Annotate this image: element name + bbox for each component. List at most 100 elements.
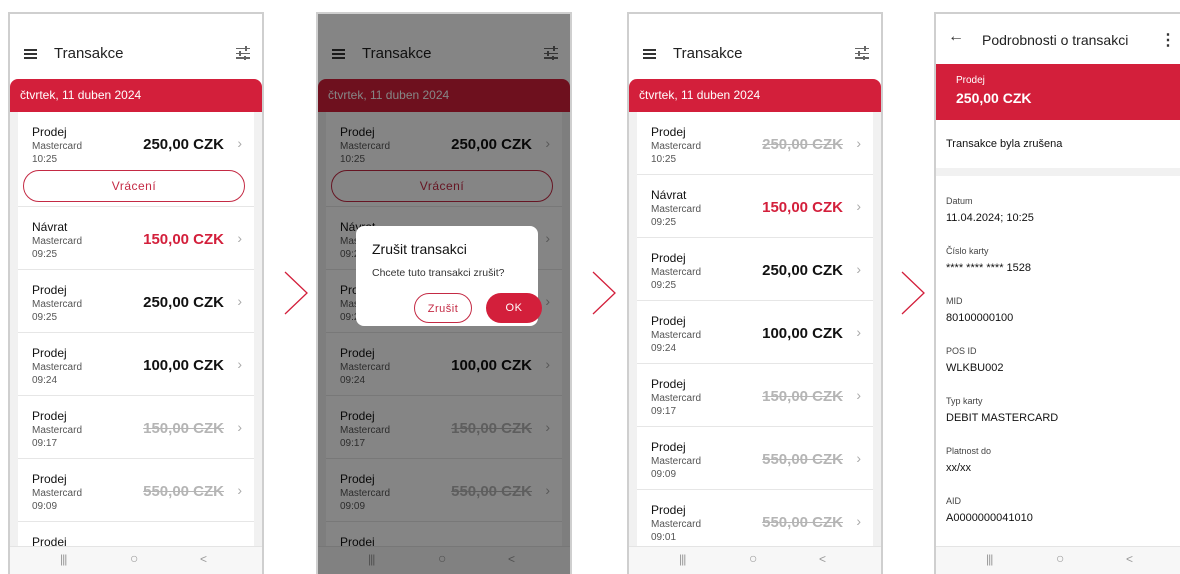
dialog-cancel-button[interactable]: Zrušit — [414, 293, 472, 323]
kebab-menu-icon[interactable]: ⋮ — [1160, 30, 1176, 50]
card-brand: Mastercard — [32, 425, 83, 436]
back-nav-icon[interactable]: < — [200, 552, 207, 566]
transaction-time: 09:01 — [651, 532, 677, 543]
chevron-right-icon[interactable]: › — [856, 387, 861, 403]
transaction-amount: 250,00 CZK — [762, 262, 843, 279]
back-nav-icon[interactable]: < — [1126, 552, 1133, 566]
transaction-row[interactable]: Návrat Mastercard 09:25 150,00 CZK › — [18, 207, 254, 270]
system-nav-bar: ||| ○ < — [10, 546, 262, 574]
transaction-row[interactable]: Prodej Mastercard 09:09 550,00 CZK › — [637, 427, 873, 490]
transaction-type: Prodej — [651, 503, 686, 517]
status-text: Transakce byla zrušena — [946, 138, 1063, 150]
app-bar: ← Podrobnosti o transakci ⋮ — [936, 14, 1180, 64]
dialog-message: Chcete tuto transakci zrušit? — [372, 267, 505, 279]
card-brand: Mastercard — [32, 362, 83, 373]
card-brand: Mastercard — [651, 204, 702, 215]
recent-apps-icon[interactable]: ||| — [986, 552, 993, 566]
transaction-time: 09:24 — [32, 375, 58, 386]
card-brand: Mastercard — [32, 141, 83, 152]
transaction-time: 10:25 — [651, 154, 677, 165]
transaction-row[interactable]: Prodej Mastercard 10:25 250,00 CZK › Vrácení — [18, 112, 254, 207]
system-nav-bar: ||| ○ < — [629, 546, 881, 574]
transaction-time: 09:24 — [651, 343, 677, 354]
field-label: AID — [946, 496, 962, 506]
transaction-row[interactable]: Prodej Mastercard 09:17 150,00 CZK › — [637, 364, 873, 427]
transaction-type: Prodej — [956, 75, 985, 86]
chevron-right-icon[interactable]: › — [856, 198, 861, 214]
hamburger-icon[interactable] — [643, 49, 656, 59]
chevron-right-icon[interactable]: › — [856, 513, 861, 529]
transaction-row[interactable]: Prodej Mastercard 09:01 550,00 CZK › — [637, 490, 873, 553]
chevron-right-icon[interactable]: › — [237, 482, 242, 498]
transaction-amount: 250,00 CZK — [956, 90, 1032, 106]
chevron-right-icon[interactable]: › — [237, 293, 242, 309]
chevron-right-icon[interactable]: › — [237, 419, 242, 435]
hamburger-icon[interactable] — [24, 49, 37, 59]
transaction-type: Prodej — [32, 125, 67, 139]
transaction-row[interactable]: Prodej Mastercard 09:17 150,00 CZK › — [18, 396, 254, 459]
transaction-amount: 150,00 CZK — [143, 420, 224, 437]
amount-card: Prodej 250,00 CZK — [936, 64, 1180, 120]
step-arrow-icon — [284, 271, 308, 315]
arrow-left-icon[interactable]: ← — [948, 28, 964, 46]
field-label: Typ karty — [946, 396, 983, 406]
transaction-type: Prodej — [32, 472, 67, 486]
transaction-amount: 100,00 CZK — [762, 325, 843, 342]
transaction-amount: 550,00 CZK — [762, 514, 843, 531]
transaction-type: Prodej — [651, 125, 686, 139]
transaction-type: Návrat — [32, 220, 68, 234]
transaction-row[interactable]: Návrat Mastercard 09:25 150,00 CZK › — [637, 175, 873, 238]
chevron-right-icon[interactable]: › — [856, 261, 861, 277]
home-icon[interactable]: ○ — [130, 550, 138, 566]
card-brand: Mastercard — [651, 141, 702, 152]
card-brand: Mastercard — [651, 330, 702, 341]
transaction-row[interactable]: Prodej Mastercard 09:25 250,00 CZK › — [637, 238, 873, 301]
chevron-right-icon[interactable]: › — [237, 230, 242, 246]
card-brand: Mastercard — [651, 267, 702, 278]
recent-apps-icon[interactable]: ||| — [60, 552, 67, 566]
transaction-amount: 150,00 CZK — [762, 199, 843, 216]
refund-button[interactable]: Vrácení — [23, 170, 245, 202]
field-value: 80100000100 — [946, 312, 1014, 324]
transaction-row[interactable]: Prodej Mastercard 09:25 250,00 CZK › — [18, 270, 254, 333]
app-bar: Transakce — [10, 14, 262, 86]
recent-apps-icon[interactable]: ||| — [679, 552, 686, 566]
chevron-right-icon[interactable]: › — [856, 324, 861, 340]
transaction-row[interactable]: Prodej Mastercard 09:09 550,00 CZK › — [18, 459, 254, 522]
field-value: WLKBU002 — [946, 362, 1004, 374]
chevron-right-icon[interactable]: › — [237, 135, 242, 151]
phone-screen-transaction-detail: ← Podrobnosti o transakci ⋮ Prodej 250,0… — [934, 12, 1180, 574]
home-icon[interactable]: ○ — [1056, 550, 1064, 566]
transaction-amount: 100,00 CZK — [143, 357, 224, 374]
transaction-amount: 550,00 CZK — [143, 483, 224, 500]
transaction-time: 10:25 — [32, 154, 58, 165]
transaction-amount: 250,00 CZK — [143, 136, 224, 153]
transaction-row[interactable]: Prodej Mastercard 10:25 250,00 CZK › — [637, 112, 873, 175]
transaction-amount: 550,00 CZK — [762, 451, 843, 468]
transaction-row[interactable]: Prodej Mastercard 09:24 100,00 CZK › — [18, 333, 254, 396]
field-value: xx/xx — [946, 462, 972, 474]
filter-icon[interactable] — [236, 45, 250, 62]
back-nav-icon[interactable]: < — [819, 552, 826, 566]
filter-icon[interactable] — [855, 45, 869, 62]
card-brand: Mastercard — [651, 519, 702, 530]
phone-screen-transactions-updated: Transakce čtvrtek, 11 duben 2024 Prodej M… — [627, 12, 883, 574]
transaction-amount: 250,00 CZK — [762, 136, 843, 153]
chevron-right-icon[interactable]: › — [856, 135, 861, 151]
transaction-row[interactable]: Prodej Mastercard 09:24 100,00 CZK › — [637, 301, 873, 364]
dialog-ok-button[interactable]: OK — [486, 293, 542, 323]
chevron-right-icon[interactable]: › — [237, 356, 242, 372]
app-bar: Transakce — [629, 14, 881, 86]
home-icon[interactable]: ○ — [749, 550, 757, 566]
transaction-amount: 250,00 CZK — [143, 294, 224, 311]
chevron-right-icon[interactable]: › — [856, 450, 861, 466]
transaction-list: Prodej Mastercard 10:25 250,00 CZK › Vrácení N… — [18, 112, 254, 574]
transaction-amount: 150,00 CZK — [762, 388, 843, 405]
transaction-type: Prodej — [651, 440, 686, 454]
page-title: Transakce — [673, 45, 743, 62]
page-title: Transakce — [54, 45, 124, 62]
card-brand: Mastercard — [32, 236, 83, 247]
status-banner: Transakce byla zrušena — [936, 120, 1180, 168]
transaction-time: 09:17 — [651, 406, 677, 417]
phone-screen-cancel-dialog: Transakce čtvrtek, 11 duben 2024 Prodej M… — [316, 12, 572, 574]
